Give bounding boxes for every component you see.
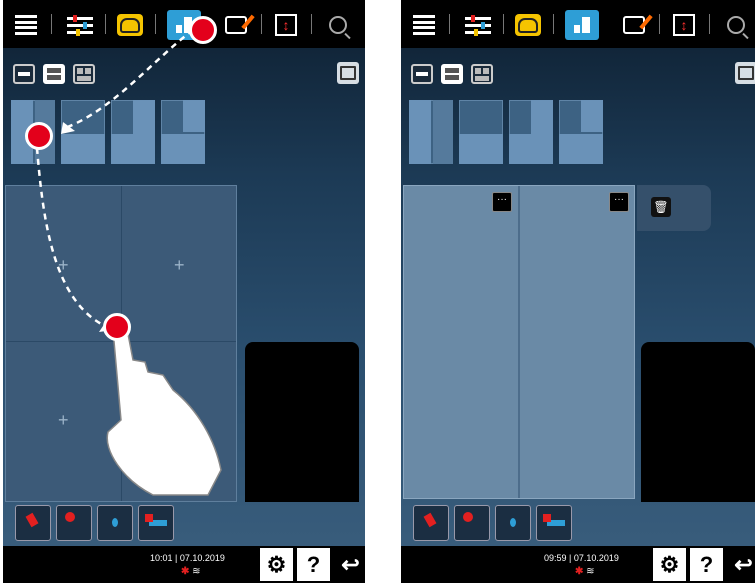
drag-point (25, 122, 53, 150)
view-single-button[interactable] (411, 64, 433, 84)
layout-thumbnails (409, 100, 603, 164)
help-button[interactable]: ? (690, 548, 723, 581)
clock-text: 09:59 | 07.10.2019 (544, 553, 619, 563)
drop-target-point (103, 313, 131, 341)
layout-thumbnail[interactable] (459, 100, 503, 164)
left-screen: ↕ + + + 10:01 | 07.10.2019 ✱ ≋ ⚙ ? ↩ (3, 0, 365, 583)
slot-options-button[interactable]: ··· (609, 192, 629, 212)
slot-options-button[interactable]: ··· (492, 192, 512, 212)
filled-layout-grid: ··· ··· (403, 185, 635, 499)
view-grid-button[interactable] (471, 64, 493, 84)
edit-layout-button[interactable] (735, 62, 755, 84)
back-arrow-icon[interactable]: ↩ (727, 548, 755, 581)
edit-icon[interactable] (619, 10, 649, 40)
sliders-icon[interactable] (463, 10, 493, 40)
gear-icon[interactable]: ⚙ (653, 548, 686, 581)
menu-icon[interactable] (409, 10, 439, 40)
search-icon[interactable] (721, 10, 751, 40)
top-navigation-bar: ↕ (401, 0, 755, 48)
vertical-scroll-icon[interactable]: ↕ (669, 10, 699, 40)
layout-thumbnail[interactable] (409, 100, 453, 164)
chef-hat-icon[interactable] (513, 10, 543, 40)
bottom-toolbar (413, 500, 572, 546)
wifi-icon: ✱ ≋ (575, 566, 595, 577)
layout-tab-icon[interactable] (565, 10, 599, 40)
layout-thumbnail[interactable] (559, 100, 603, 164)
trash-icon[interactable]: 🗑 (651, 197, 671, 217)
status-footer: 09:59 | 07.10.2019 ✱ ≋ ⚙ ? ↩ (401, 546, 755, 583)
drag-start-point (189, 16, 217, 44)
preview-area (641, 342, 755, 502)
water-drop-icon[interactable] (495, 505, 531, 541)
water-bath-icon[interactable] (536, 505, 572, 541)
right-screen: ↕ ··· ··· 🗑 09:59 | 07.10.2019 ✱ ≋ ⚙ ? ↩ (401, 0, 755, 583)
clean-icon[interactable] (454, 505, 490, 541)
unload-icon[interactable] (413, 505, 449, 541)
drag-gesture-overlay (35, 29, 222, 496)
delete-panel: 🗑 (637, 185, 711, 231)
layout-thumbnail[interactable] (509, 100, 553, 164)
view-split-button[interactable] (441, 64, 463, 84)
